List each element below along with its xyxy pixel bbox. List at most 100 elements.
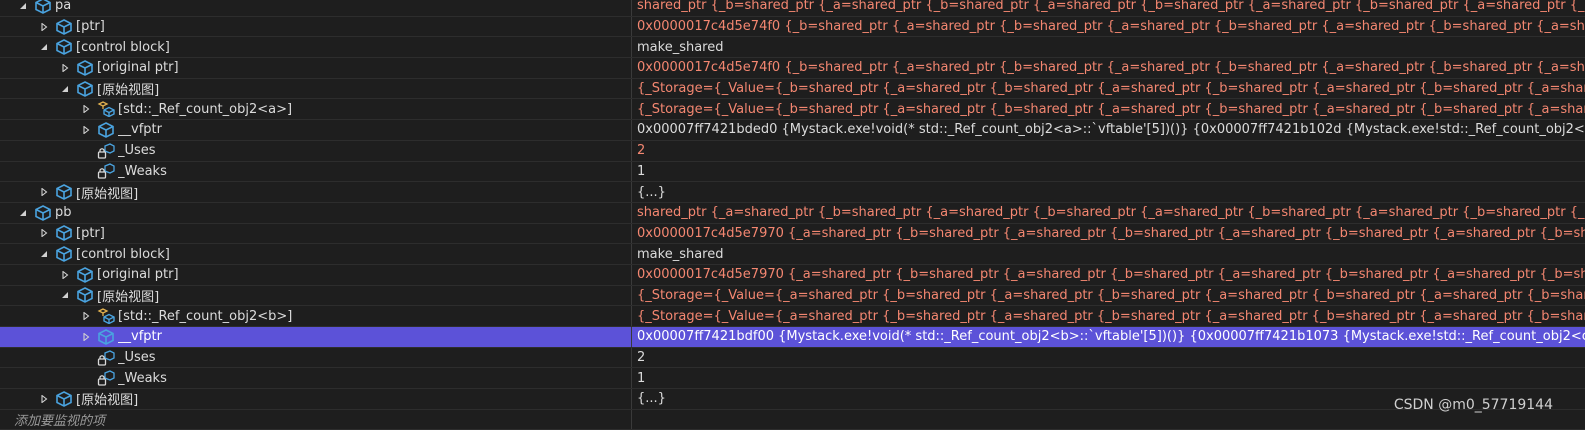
watch-row[interactable]: [std::_Ref_count_obj2<b>] {_Storage={_Val… xyxy=(0,306,1585,327)
value-cell[interactable]: {_Storage={_Value={_b=shared_ptr {_a=sha… xyxy=(632,79,1585,99)
value-cell[interactable]: {_Storage={_Value={_a=shared_ptr {_b=sha… xyxy=(632,286,1585,306)
expand-arrow-icon[interactable] xyxy=(60,270,70,280)
variable-cube-icon xyxy=(55,391,73,407)
expand-arrow-icon[interactable] xyxy=(39,187,49,197)
variable-cube-icon xyxy=(76,287,94,304)
no-expander xyxy=(81,146,91,156)
expand-arrow-icon[interactable] xyxy=(39,228,49,238)
watch-row[interactable]: _Weaks 1 xyxy=(0,368,1585,390)
variable-name: [original ptr] xyxy=(97,267,179,283)
variable-cube-icon xyxy=(55,39,73,56)
watch-row[interactable]: [original ptr] 0x0000017c4d5e7970 {_a=sha… xyxy=(0,264,1585,286)
expand-arrow-icon[interactable] xyxy=(39,394,49,404)
name-cell[interactable]: [std::_Ref_count_obj2<b>] xyxy=(0,306,632,326)
name-cell[interactable]: _Uses xyxy=(0,140,632,161)
name-cell[interactable]: [original ptr] xyxy=(0,58,632,78)
value-cell[interactable]: make_shared xyxy=(632,37,1585,57)
watch-row[interactable]: _Uses 2 xyxy=(0,140,1585,162)
expand-arrow-icon[interactable] xyxy=(81,311,91,321)
watch-row[interactable]: [control block] make_shared xyxy=(0,37,1585,59)
no-expander xyxy=(81,166,91,176)
expand-arrow-icon[interactable] xyxy=(81,104,91,114)
value-cell[interactable]: 0x0000017c4d5e7970 {_a=shared_ptr {_b=sh… xyxy=(632,265,1585,285)
watch-row[interactable]: [原始视图] {_Storage={_Value={_a=shared_ptr {… xyxy=(0,285,1585,307)
expand-arrow-icon[interactable] xyxy=(81,332,91,342)
variable-cube-icon xyxy=(34,0,52,14)
variable-name: _Weaks xyxy=(118,163,167,179)
variable-name: [std::_Ref_count_obj2<a>] xyxy=(118,101,293,117)
name-cell[interactable]: pb xyxy=(0,202,632,223)
value-cell[interactable]: 2 xyxy=(632,348,1585,368)
value-cell[interactable]: make_shared xyxy=(632,244,1585,264)
collapse-arrow-icon[interactable] xyxy=(39,42,49,52)
private-field-icon xyxy=(97,142,115,159)
collapse-arrow-icon[interactable] xyxy=(60,84,70,94)
watch-row[interactable]: [ptr] 0x0000017c4d5e74f0 {_b=shared_ptr {… xyxy=(0,16,1585,38)
value-cell[interactable]: {_Storage={_Value={_a=shared_ptr {_b=sha… xyxy=(632,306,1585,326)
watermark: CSDN @m0_57719144 xyxy=(1393,397,1553,413)
value-cell[interactable]: 0x00007ff7421bded0 {Mystack.exe!void(* s… xyxy=(632,120,1585,140)
value-cell[interactable]: shared_ptr {_b=shared_ptr {_a=shared_ptr… xyxy=(632,0,1585,16)
name-cell[interactable]: [ptr] xyxy=(0,16,632,37)
name-cell[interactable]: [原始视图] xyxy=(0,78,632,99)
name-cell[interactable]: _Weaks xyxy=(0,368,632,389)
variable-name: _Weaks xyxy=(118,370,167,386)
value-cell[interactable]: 1 xyxy=(632,368,1585,388)
name-cell[interactable]: [control block] xyxy=(0,244,632,264)
name-cell[interactable]: [std::_Ref_count_obj2<a>] xyxy=(0,99,632,120)
variable-name: [std::_Ref_count_obj2<b>] xyxy=(118,308,293,324)
collapse-arrow-icon[interactable] xyxy=(60,290,70,300)
watch-row[interactable]: [original ptr] 0x0000017c4d5e74f0 {_b=sha… xyxy=(0,58,1585,79)
name-cell[interactable]: __vfptr xyxy=(0,120,632,140)
add-watch-row[interactable]: 添加要监视的项 xyxy=(0,409,1585,430)
value-cell[interactable]: {...} xyxy=(632,182,1585,202)
value-cell[interactable]: shared_ptr {_a=shared_ptr {_b=shared_ptr… xyxy=(632,203,1585,223)
watch-row[interactable]: pa shared_ptr {_b=shared_ptr {_a=shared_p… xyxy=(0,0,1585,17)
name-cell[interactable]: __vfptr xyxy=(0,327,632,347)
name-cell[interactable]: [原始视图] xyxy=(0,285,632,306)
name-cell[interactable]: [原始视图] xyxy=(0,182,632,202)
variable-cube-icon xyxy=(97,328,115,345)
value-cell[interactable]: 2 xyxy=(632,141,1585,161)
expand-arrow-icon[interactable] xyxy=(39,22,49,32)
variable-name: [原始视图] xyxy=(76,393,139,409)
watch-window: pa shared_ptr {_b=shared_ptr {_a=shared_p… xyxy=(0,0,1585,430)
watch-row[interactable]: [原始视图] {_Storage={_Value={_b=shared_ptr {… xyxy=(0,78,1585,100)
watch-row[interactable]: _Weaks 1 xyxy=(0,161,1585,183)
variable-cube-icon xyxy=(76,266,94,283)
name-cell[interactable]: [原始视图] xyxy=(0,389,632,409)
variable-cube-icon xyxy=(55,246,73,262)
watch-row[interactable]: __vfptr 0x00007ff7421bdf00 {Mystack.exe!v… xyxy=(0,327,1585,348)
name-cell[interactable]: [ptr] xyxy=(0,223,632,244)
value-cell[interactable]: 0x0000017c4d5e7970 {_a=shared_ptr {_b=sh… xyxy=(632,224,1585,244)
variable-name: _Uses xyxy=(118,350,156,366)
collapse-arrow-icon[interactable] xyxy=(18,1,28,11)
variable-cube-icon xyxy=(34,204,52,221)
name-cell[interactable]: [original ptr] xyxy=(0,264,632,285)
expand-arrow-icon[interactable] xyxy=(60,63,70,73)
name-cell[interactable]: _Weaks xyxy=(0,161,632,182)
base-class-icon xyxy=(97,308,115,325)
watch-row[interactable]: [原始视图] {...} xyxy=(0,389,1585,410)
watch-row[interactable]: [ptr] 0x0000017c4d5e7970 {_a=shared_ptr {… xyxy=(0,223,1585,245)
add-watch-input[interactable]: 添加要监视的项 xyxy=(0,409,632,430)
value-cell[interactable]: 0x0000017c4d5e74f0 {_b=shared_ptr {_a=sh… xyxy=(632,58,1585,78)
watch-row[interactable]: _Uses 2 xyxy=(0,347,1585,369)
name-cell[interactable]: [control block] xyxy=(0,37,632,58)
expand-arrow-icon[interactable] xyxy=(81,125,91,135)
watch-row[interactable]: pb shared_ptr {_a=shared_ptr {_b=shared_p… xyxy=(0,202,1585,224)
name-cell[interactable]: _Uses xyxy=(0,347,632,368)
name-cell[interactable]: pa xyxy=(0,0,632,16)
collapse-arrow-icon[interactable] xyxy=(18,208,28,218)
variable-name: pb xyxy=(55,205,72,221)
watch-row[interactable]: [std::_Ref_count_obj2<a>] {_Storage={_Val… xyxy=(0,99,1585,121)
watch-row[interactable]: [control block] make_shared xyxy=(0,244,1585,265)
collapse-arrow-icon[interactable] xyxy=(39,249,49,259)
value-cell[interactable]: 0x00007ff7421bdf00 {Mystack.exe!void(* s… xyxy=(632,327,1585,347)
base-class-icon xyxy=(97,101,115,118)
watch-row[interactable]: __vfptr 0x00007ff7421bded0 {Mystack.exe!v… xyxy=(0,120,1585,141)
value-cell[interactable]: {_Storage={_Value={_b=shared_ptr {_a=sha… xyxy=(632,99,1585,119)
value-cell[interactable]: 1 xyxy=(632,162,1585,182)
watch-row[interactable]: [原始视图] {...} xyxy=(0,182,1585,203)
value-cell[interactable]: 0x0000017c4d5e74f0 {_b=shared_ptr {_a=sh… xyxy=(632,17,1585,37)
